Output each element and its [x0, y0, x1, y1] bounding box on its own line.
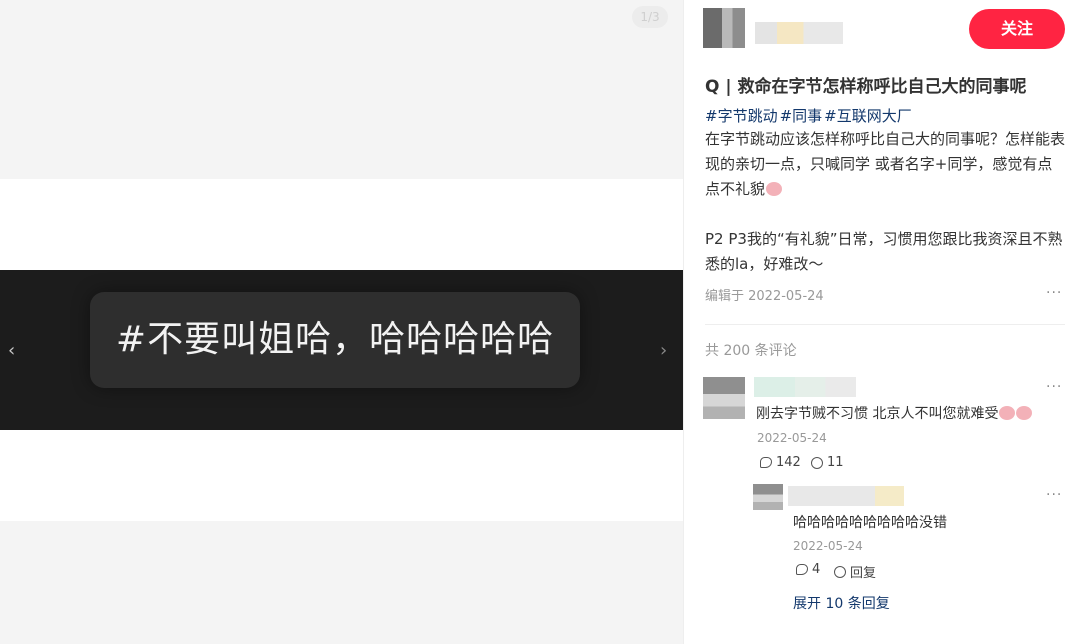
reply-date: 2022-05-24 [793, 539, 863, 553]
author-avatar[interactable] [703, 8, 745, 48]
reply-text: 哈哈哈哈哈哈哈哈哈没错 [793, 515, 947, 531]
tag-link[interactable]: #互联网大厂 [824, 107, 912, 125]
author-info[interactable] [703, 8, 843, 48]
reply-username[interactable] [788, 486, 904, 506]
tag-link[interactable]: #字节跳动 [705, 107, 778, 125]
reply-avatar[interactable] [753, 484, 783, 510]
post-more-icon[interactable]: ··· [1046, 285, 1062, 301]
comment-more-icon[interactable]: ··· [1046, 379, 1062, 395]
expand-replies-link[interactable]: 展开 10 条回复 [793, 593, 890, 613]
comment-avatar[interactable] [703, 377, 745, 419]
comment-text: 刚去字节贼不习惯 北京人不叫您就难受 [756, 403, 1033, 423]
divider [705, 324, 1065, 325]
desc-paragraph-1: 在字节跳动应该怎样称呼比自己大的同事呢？怎样能表现的亲切一点，只喊同学 或者名字… [705, 130, 1066, 198]
author-name[interactable] [755, 22, 843, 44]
comment-count: 共 200 条评论 [705, 343, 797, 359]
comment-username[interactable] [754, 377, 856, 397]
comment-icon [834, 565, 846, 578]
follow-button[interactable]: 关注 [969, 9, 1065, 49]
heart-icon [796, 564, 808, 575]
reply-reply-button[interactable]: 回复 [834, 562, 876, 581]
image-counter: 1/3 [632, 6, 668, 28]
media-viewer: 1/3 #不要叫姐哈，哈哈哈哈哈 ‹ › [0, 0, 683, 644]
reply-more-icon[interactable]: ··· [1046, 487, 1062, 503]
image-banner: #不要叫姐哈，哈哈哈哈哈 [0, 270, 683, 430]
comment-date: 2022-05-24 [757, 431, 827, 445]
comment-icon [811, 456, 823, 469]
comment-like-button[interactable]: 142 [760, 455, 801, 470]
post-panel: 关注 Q | 救命在字节怎样称呼比自己大的同事呢 #字节跳动 #同事 #互联网大厂 … [683, 0, 1080, 644]
post-description: 在字节跳动应该怎样称呼比自己大的同事呢？怎样能表现的亲切一点，只喊同学 或者名字… [705, 127, 1065, 277]
post-tags: #字节跳动 #同事 #互联网大厂 [705, 105, 914, 126]
emoji-icon [766, 182, 783, 196]
emoji-icon [1016, 406, 1033, 420]
emoji-icon [999, 406, 1016, 420]
tag-link[interactable]: #同事 [780, 107, 823, 125]
heart-icon [760, 457, 772, 468]
next-image-icon[interactable]: › [660, 340, 667, 361]
post-edit-date: 编辑于 2022-05-24 [705, 289, 824, 304]
reply-like-button[interactable]: 4 [796, 562, 820, 577]
post-title: Q | 救命在字节怎样称呼比自己大的同事呢 [705, 77, 1027, 97]
comment-reply-button[interactable]: 11 [811, 455, 844, 470]
image-caption: #不要叫姐哈，哈哈哈哈哈 [90, 292, 580, 388]
desc-paragraph-2: P2 P3我的“有礼貌”日常，习惯用您跟比我资深且不熟悉的la，好难改～ [705, 230, 1063, 273]
post-image: #不要叫姐哈，哈哈哈哈哈 [0, 179, 683, 521]
prev-image-icon[interactable]: ‹ [8, 340, 15, 361]
